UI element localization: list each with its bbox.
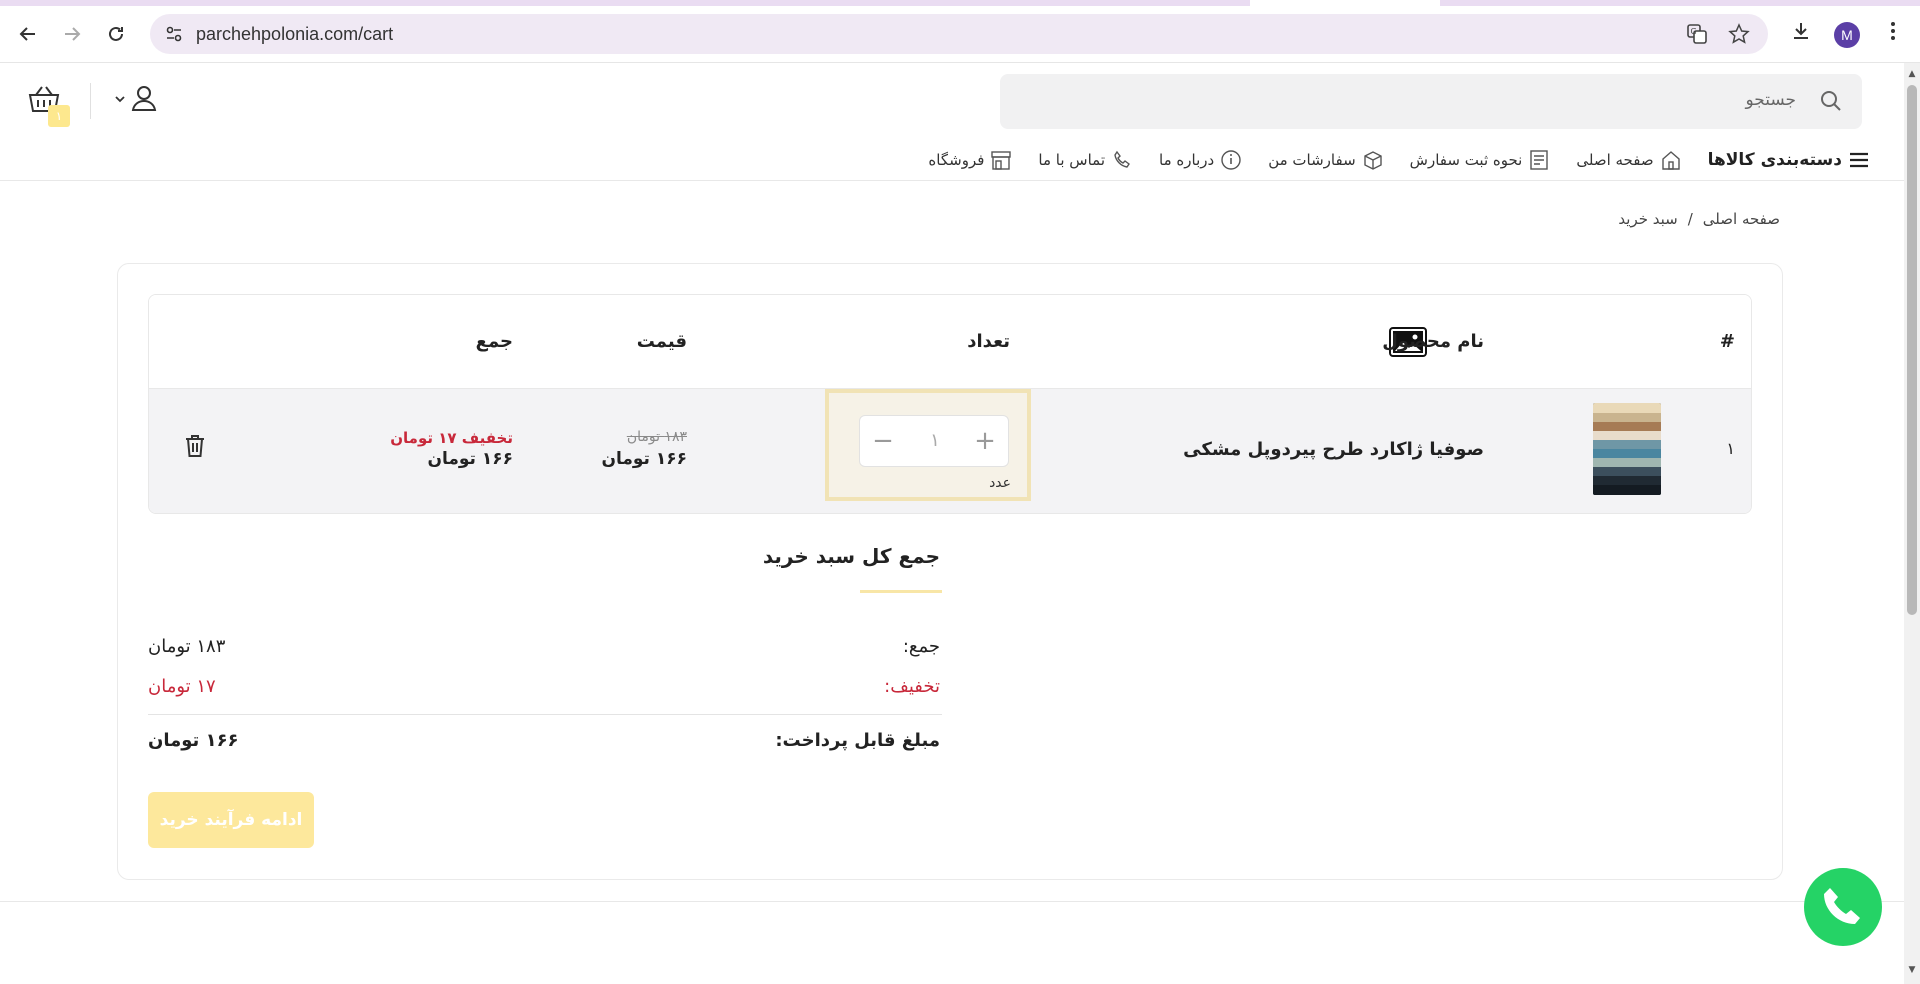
nav-categories[interactable]: دسته‌بندی کالاها: [1708, 149, 1870, 171]
cart-count-badge: ۱: [48, 105, 70, 127]
header-divider: [90, 83, 91, 119]
decrease-quantity-button[interactable]: −: [870, 428, 896, 454]
user-account-menu[interactable]: [114, 85, 162, 115]
payable-value: ۱۶۶ تومان: [148, 730, 239, 751]
page-scrollbar[interactable]: ▲ ▼: [1904, 63, 1920, 984]
footer-divider: [0, 901, 1920, 902]
quantity-value[interactable]: ۱: [922, 430, 948, 451]
nav-about[interactable]: درباره ما: [1159, 149, 1242, 171]
scrollbar-thumb[interactable]: [1907, 85, 1917, 615]
whatsapp-icon: [1818, 880, 1868, 934]
cart-card: # نام محصول تعداد قیمت جمع ۱ صوفیا ژاکار…: [117, 263, 1783, 880]
discount-value: ۱۷ تومان: [148, 676, 216, 697]
row-total: ۱۶۶ تومان: [427, 449, 513, 469]
nav-my-orders[interactable]: سفارشات من: [1268, 149, 1383, 171]
forward-icon[interactable]: [54, 16, 90, 52]
cart-table: # نام محصول تعداد قیمت جمع ۱ صوفیا ژاکار…: [148, 294, 1752, 514]
nav-home-label: صفحه اصلی: [1576, 151, 1654, 169]
url-text: parchehpolonia.com/cart: [196, 24, 394, 44]
nav-categories-label: دسته‌بندی کالاها: [1707, 150, 1842, 170]
svg-text:G: G: [1691, 27, 1697, 36]
box-icon: [1362, 149, 1384, 171]
header-price: قیمت: [636, 331, 687, 352]
nav-how-to-order-label: نحوه ثبت سفارش: [1409, 151, 1523, 169]
home-icon: [1660, 149, 1682, 171]
site-header: جستجو ۱ دسته‌بندی کالاها صفحه اصلی: [0, 63, 1920, 181]
discount-amount: تخفیف ۱۷ تومان: [390, 429, 513, 447]
user-icon: [130, 84, 158, 116]
quantity-highlight: − ۱ + عدد: [825, 389, 1031, 501]
breadcrumb-current: سبد خرید: [1618, 210, 1678, 228]
info-icon: [1220, 149, 1242, 171]
header-product-name: نام محصول: [1382, 331, 1484, 352]
search-input[interactable]: جستجو: [1000, 74, 1862, 129]
search-placeholder: جستجو: [1745, 90, 1796, 110]
store-icon: [990, 149, 1012, 171]
summary-title-underline: [860, 590, 942, 593]
breadcrumb-separator: /: [1687, 210, 1693, 228]
nav-contact[interactable]: تماس با ما: [1038, 149, 1133, 171]
price: ۱۶۶ تومان: [601, 449, 687, 469]
subtotal-label: جمع:: [902, 636, 940, 657]
payable-label: مبلغ قابل پرداخت:: [775, 730, 940, 751]
phone-icon: [1111, 149, 1133, 171]
nav-about-label: درباره ما: [1159, 151, 1215, 169]
back-icon[interactable]: [10, 16, 46, 52]
chevron-down-icon: [114, 93, 126, 108]
nav-home[interactable]: صفحه اصلی: [1576, 149, 1681, 171]
menu-icon: [1848, 149, 1870, 171]
table-row: ۱ صوفیا ژاکارد طرح پیردوپل مشکی − ۱ + عد…: [149, 389, 1751, 513]
increase-quantity-button[interactable]: +: [972, 428, 998, 454]
scroll-up-icon[interactable]: ▲: [1907, 69, 1917, 79]
product-image[interactable]: [1593, 403, 1661, 495]
subtotal-value: ۱۸۳ تومان: [148, 636, 226, 657]
nav-contact-label: تماس با ما: [1038, 151, 1106, 169]
nav-my-orders-label: سفارشات من: [1268, 151, 1356, 169]
whatsapp-button[interactable]: [1804, 868, 1882, 946]
reload-icon[interactable]: [98, 16, 134, 52]
header-quantity: تعداد: [967, 331, 1010, 352]
translate-icon[interactable]: G: [1686, 23, 1708, 45]
nav-store-label: فروشگاه: [928, 151, 985, 169]
old-price: ۱۸۳ تومان: [626, 429, 687, 445]
document-icon: [1528, 149, 1550, 171]
browser-menu-icon[interactable]: [1878, 20, 1908, 50]
site-settings-icon[interactable]: [164, 24, 184, 44]
profile-avatar[interactable]: M: [1834, 22, 1860, 48]
header-total: جمع: [475, 331, 513, 352]
summary-title: جمع کل سبد خرید: [762, 544, 940, 568]
nav-how-to-order[interactable]: نحوه ثبت سفارش: [1410, 149, 1551, 171]
header-index: #: [1719, 331, 1735, 352]
row-index: ۱: [1726, 439, 1735, 458]
quantity-stepper[interactable]: − ۱ +: [859, 415, 1009, 467]
address-bar[interactable]: parchehpolonia.com/cart G: [150, 14, 1768, 54]
breadcrumb-home[interactable]: صفحه اصلی: [1703, 210, 1780, 228]
browser-toolbar: parchehpolonia.com/cart G M: [0, 6, 1920, 63]
trash-icon[interactable]: [183, 433, 207, 459]
scroll-down-icon[interactable]: ▼: [1907, 965, 1917, 975]
bookmark-star-icon[interactable]: [1728, 23, 1750, 45]
search-icon: [1818, 88, 1844, 114]
checkout-button[interactable]: ادامه فرآیند خرید: [148, 792, 314, 848]
quantity-unit: عدد: [989, 475, 1011, 491]
product-name[interactable]: صوفیا ژاکارد طرح پیردوپل مشکی: [1183, 439, 1484, 460]
table-header: # نام محصول تعداد قیمت جمع: [149, 295, 1751, 389]
summary-divider: [148, 714, 942, 715]
breadcrumb: صفحه اصلی / سبد خرید: [1618, 210, 1780, 228]
discount-label: تخفیف:: [884, 676, 940, 697]
download-icon[interactable]: [1786, 20, 1816, 50]
nav-store[interactable]: فروشگاه: [928, 149, 1012, 171]
main-navigation: دسته‌بندی کالاها صفحه اصلی نحوه ثبت سفار…: [928, 145, 1870, 175]
